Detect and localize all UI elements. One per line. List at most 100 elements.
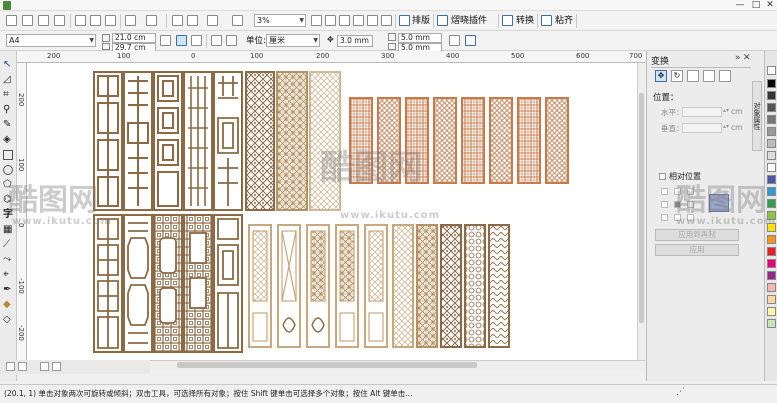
polygon-tool-icon[interactable]: ⬠ xyxy=(3,180,13,190)
landscape-icon[interactable] xyxy=(191,35,202,46)
paste-align-icon[interactable] xyxy=(541,15,552,26)
zoom-page-icon[interactable] xyxy=(367,15,378,26)
apply-to-duplicate-button[interactable]: 应用到再制 xyxy=(655,229,739,241)
portrait-icon[interactable] xyxy=(176,35,187,46)
swatch-white[interactable] xyxy=(767,163,776,172)
docker-expand-icon[interactable]: » xyxy=(735,53,741,63)
eyedropper-icon[interactable]: ⌖ xyxy=(3,270,13,280)
vertical-scroll-thumb[interactable] xyxy=(639,93,644,323)
swatch-yellow[interactable] xyxy=(767,223,776,232)
zoom-tool-icon[interactable]: ⚲ xyxy=(3,105,13,115)
undo-icon[interactable] xyxy=(125,15,136,26)
fill-tool-icon[interactable]: ◆ xyxy=(3,300,13,310)
import-icon[interactable] xyxy=(172,15,183,26)
first-page-icon[interactable] xyxy=(6,362,15,371)
size-tab-icon[interactable] xyxy=(703,70,715,82)
next-page-icon[interactable] xyxy=(40,362,49,371)
ellipse-tool-icon[interactable] xyxy=(3,165,13,175)
swatch-none[interactable] xyxy=(767,66,776,75)
object-properties-tab[interactable]: 对象属性 xyxy=(752,81,762,151)
smart-fill-icon[interactable]: ◈ xyxy=(3,135,13,145)
swatch-black[interactable] xyxy=(767,79,776,88)
swatch-magenta[interactable] xyxy=(767,259,776,268)
all-pages-icon[interactable] xyxy=(211,35,222,46)
swatch-red[interactable] xyxy=(767,247,776,256)
drawing-canvas[interactable] xyxy=(27,63,637,360)
shape-tool-icon[interactable]: ◿ xyxy=(3,75,13,85)
page-border-icon[interactable] xyxy=(465,35,476,46)
convert-icon[interactable] xyxy=(502,15,513,26)
plugin-button[interactable]: 熠晓插件 xyxy=(451,15,487,27)
export-icon[interactable] xyxy=(187,15,198,26)
vertical-scrollbar[interactable] xyxy=(637,63,645,360)
page-size-select[interactable]: A4 ▼ xyxy=(6,34,96,47)
swatch-cyan[interactable] xyxy=(767,187,776,196)
page-width-field[interactable]: 21.0 cm xyxy=(112,33,156,43)
save-icon[interactable] xyxy=(38,15,49,26)
rectangle-tool-icon[interactable] xyxy=(3,150,13,160)
swatch-pink[interactable] xyxy=(767,283,776,292)
scale-tab-icon[interactable] xyxy=(687,70,699,82)
apply-button[interactable]: 应用 xyxy=(655,244,739,256)
horizontal-scroll-thumb[interactable] xyxy=(177,362,477,368)
minimize-button[interactable]: — xyxy=(733,0,747,11)
nudge-distance-field[interactable]: 3.0 mm xyxy=(337,35,373,47)
swatch-gray-80[interactable] xyxy=(767,91,776,100)
skew-tab-icon[interactable] xyxy=(719,70,731,82)
swatch-green[interactable] xyxy=(767,199,776,208)
open-icon[interactable] xyxy=(22,15,33,26)
close-button[interactable]: ✕ xyxy=(763,0,777,11)
freehand-tool-icon[interactable]: ✎ xyxy=(3,120,13,130)
paste-icon[interactable] xyxy=(105,15,116,26)
last-page-icon[interactable] xyxy=(52,362,61,371)
units-toggle-icon[interactable] xyxy=(449,35,460,46)
anchor-grid[interactable] xyxy=(661,188,701,228)
lock-ratio-icon[interactable] xyxy=(160,35,171,46)
swatch-peach[interactable] xyxy=(767,295,776,304)
rotate-tab-icon[interactable]: ↻ xyxy=(671,70,683,82)
connector-tool-icon[interactable]: ⤳ xyxy=(3,255,13,265)
swatch-lime[interactable] xyxy=(767,211,776,220)
zoom-selected-icon[interactable] xyxy=(339,15,350,26)
zoom-in-icon[interactable] xyxy=(311,15,322,26)
text-tool-icon[interactable]: 字 xyxy=(3,210,13,220)
swatch-gray-10[interactable] xyxy=(767,151,776,160)
zoom-out-icon[interactable] xyxy=(325,15,336,26)
swatch-blue[interactable] xyxy=(767,175,776,184)
swatch-pale-green[interactable] xyxy=(767,319,776,328)
cut-icon[interactable] xyxy=(75,15,86,26)
dimension-tool-icon[interactable]: ⟋ xyxy=(3,240,13,250)
current-page-icon[interactable] xyxy=(226,35,237,46)
swatch-gray-50[interactable] xyxy=(767,115,776,124)
new-icon[interactable] xyxy=(6,15,17,26)
paste-align-button[interactable]: 粘齐 xyxy=(555,15,573,27)
horizontal-field[interactable] xyxy=(682,107,722,117)
swatch-gray-40[interactable] xyxy=(767,127,776,136)
copy-icon[interactable] xyxy=(90,15,101,26)
horizontal-ruler[interactable]: 200 100 0 100 200 300 400 500 600 700 xyxy=(17,51,645,63)
convert-button[interactable]: 转换 xyxy=(516,15,534,27)
zoom-level-select[interactable]: 3% ▼ xyxy=(254,14,306,27)
swatch-gray-20[interactable] xyxy=(767,139,776,148)
arrange-icon[interactable] xyxy=(399,15,410,26)
print-icon[interactable] xyxy=(54,15,65,26)
unit-select[interactable]: 厘米 ▼ xyxy=(266,34,320,47)
duplicate-x-field[interactable]: 5.0 mm xyxy=(398,33,442,43)
outline-pen-icon[interactable]: ✒ xyxy=(3,285,13,295)
swatch-orange[interactable] xyxy=(767,235,776,244)
swatch-pale-yellow[interactable] xyxy=(767,307,776,316)
pick-tool-icon[interactable]: ↖ xyxy=(3,60,13,70)
redo-icon[interactable] xyxy=(146,15,157,26)
vertical-field[interactable] xyxy=(682,123,722,133)
interactive-fill-icon[interactable]: ◇ xyxy=(3,315,13,325)
position-tab-icon[interactable]: ✥ xyxy=(655,70,667,82)
basic-shapes-icon[interactable]: ⌬ xyxy=(3,195,13,205)
app-launcher-icon[interactable] xyxy=(232,15,243,26)
swatch-gray-60[interactable] xyxy=(767,103,776,112)
zoom-all-icon[interactable] xyxy=(353,15,364,26)
swatch-purple[interactable] xyxy=(767,271,776,280)
zoom-width-icon[interactable] xyxy=(381,15,392,26)
vertical-ruler[interactable]: 200 100 0 -100 -200 xyxy=(17,63,27,360)
publish-icon[interactable] xyxy=(207,15,218,26)
table-tool-icon[interactable]: ▦ xyxy=(3,225,13,235)
